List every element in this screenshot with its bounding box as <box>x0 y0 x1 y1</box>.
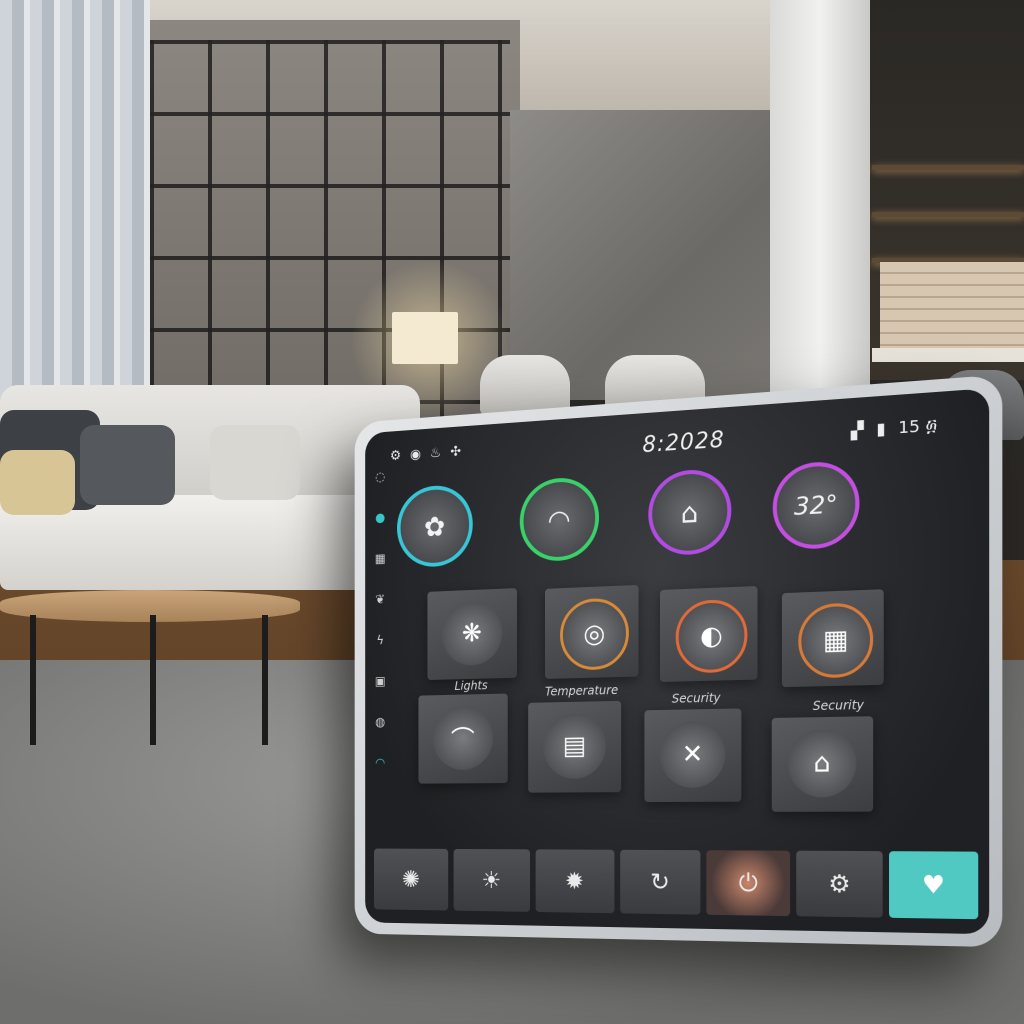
brightness-icon: ✹ <box>564 867 584 895</box>
camera-tile[interactable]: ◐ <box>660 586 758 682</box>
eco-icon[interactable]: ◉ <box>410 447 421 463</box>
drop-icon[interactable]: ♨ <box>430 445 441 461</box>
status-right: ▞ ▮ 15 ፴ <box>851 415 937 442</box>
dock-favorites-button[interactable]: ♥ <box>889 851 979 920</box>
floor-lamp <box>392 312 458 364</box>
white-pillar <box>770 0 870 420</box>
side-rail: ◌ ● ▦ ❦ ϟ ▣ ◍ ◠ <box>369 470 392 851</box>
lights-label: Lights <box>454 678 488 693</box>
quick-controls: ✿ ◠ ⌂ 32° <box>397 454 946 574</box>
leaf-icon[interactable]: ❦ <box>375 593 385 608</box>
power-icon: ⏻ <box>738 868 758 898</box>
window-icon: ▦ <box>822 624 849 657</box>
dock-gear-button[interactable]: ✺ <box>373 848 449 911</box>
kitchen-shelf <box>872 212 1024 217</box>
table-leg <box>30 615 36 745</box>
window-curtain <box>0 0 150 420</box>
light-ring-button[interactable]: ◠ <box>519 475 600 563</box>
sensor-tile[interactable]: ❋ <box>427 588 517 681</box>
bulb-icon[interactable]: ◌ <box>375 470 385 485</box>
security-label: Security <box>671 690 721 706</box>
dome-light-icon: ◠ <box>547 502 571 537</box>
smart-home-tablet: ⚙ ◉ ♨ ✣ 8:2028 ▞ ▮ 15 ፴ ◌ ● ▦ ❦ ϟ ▣ ◍ ◠ <box>354 374 1003 948</box>
tablet-screen: ⚙ ◉ ♨ ✣ 8:2028 ▞ ▮ 15 ፴ ◌ ● ▦ ❦ ϟ ▣ ◍ ◠ <box>365 388 990 935</box>
dot-icon[interactable]: ● <box>375 511 385 526</box>
window-tile[interactable]: ▦ <box>781 589 884 688</box>
signal-icon: ▞ <box>850 420 864 441</box>
grey-pillow <box>80 425 175 505</box>
heart-icon: ♥ <box>921 870 945 900</box>
fan-ring-button[interactable]: ✿ <box>397 483 473 569</box>
bolt-icon[interactable]: ϟ <box>376 634 384 649</box>
sun-icon: ☀ <box>481 866 502 894</box>
gear-icon: ✺ <box>401 865 420 893</box>
dock-refresh-button[interactable]: ↻ <box>619 849 701 915</box>
status-value: 15 ፴ <box>898 415 938 438</box>
fan-icon[interactable]: ✣ <box>450 444 461 460</box>
temperature-value: 32° <box>793 489 838 522</box>
security-label-2: Security <box>812 697 864 714</box>
battery-icon: ▮ <box>876 418 886 439</box>
thermostat-ring-button[interactable]: 32° <box>772 459 860 551</box>
dock-settings-button[interactable]: ⚙ <box>796 850 883 918</box>
house-lock-tile[interactable]: ⌂ <box>771 716 874 812</box>
settings-icon: ⚙ <box>828 869 851 899</box>
yellow-pillow <box>0 450 75 515</box>
house-lock-icon: ⌂ <box>813 747 831 779</box>
table-leg <box>150 615 156 745</box>
refresh-icon: ↻ <box>650 867 670 897</box>
grid-icon[interactable]: ▦ <box>375 552 386 567</box>
home-ring-button[interactable]: ⌂ <box>648 467 732 557</box>
brick-backsplash <box>880 262 1024 348</box>
info-icon[interactable]: ◍ <box>375 715 385 729</box>
dock-sun-button[interactable]: ☀ <box>453 848 530 912</box>
dock-power-button[interactable]: ⏻ <box>706 850 791 917</box>
wifi-icon[interactable]: ◠ <box>375 756 385 770</box>
dial-tile[interactable]: ◎ <box>545 584 639 679</box>
camera-icon: ◐ <box>700 620 723 652</box>
white-pillow <box>210 425 300 500</box>
thermo-panel-tile[interactable]: ▤ <box>528 700 622 793</box>
bottom-dock: ✺ ☀ ✹ ↻ ⏻ ⚙ ♥ <box>373 848 979 920</box>
status-icons: ⚙ ◉ ♨ ✣ <box>390 444 461 464</box>
fan-icon: ✿ <box>424 509 446 543</box>
tools-tile[interactable]: ✕ <box>644 708 742 803</box>
arch-light-tile[interactable]: ⌒ <box>418 693 508 784</box>
clock: 8:2028 <box>642 427 725 459</box>
kitchen-counter <box>872 348 1024 362</box>
table-leg <box>262 615 268 745</box>
settings-icon[interactable]: ⚙ <box>390 448 401 464</box>
dial-icon: ◎ <box>583 618 606 650</box>
sensor-icon: ❋ <box>461 618 482 649</box>
lock-icon[interactable]: ▣ <box>375 674 386 689</box>
temperature-label: Temperature <box>545 683 619 699</box>
thermo-panel-icon: ▤ <box>562 731 586 762</box>
kitchen-shelf <box>872 165 1024 170</box>
tools-icon: ✕ <box>681 739 704 770</box>
dock-brightness-button[interactable]: ✹ <box>535 849 614 914</box>
dining-chair <box>480 355 570 415</box>
home-icon: ⌂ <box>680 495 699 530</box>
arch-light-icon: ⌒ <box>450 725 475 756</box>
